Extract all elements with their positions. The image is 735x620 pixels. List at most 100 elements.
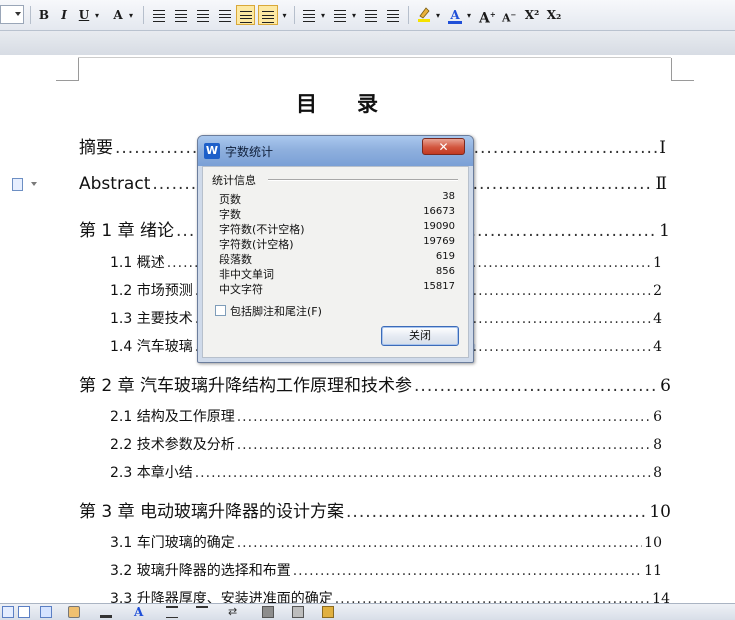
stat-value: 856 [435,266,455,277]
line-style-icon[interactable] [166,606,178,618]
distributed-align-button[interactable] [236,5,255,25]
clip-art-icon[interactable] [322,606,334,618]
increase-indent-button[interactable] [384,5,402,25]
toc-entry-title: 第 3 章 电动玻璃升降器的设计方案 [79,502,345,522]
underline-button[interactable]: U [76,5,92,25]
distributed-align-icon [240,11,252,23]
arrow-style-icon[interactable]: ⇄ [228,606,240,618]
toc-entry[interactable]: 3.2 玻璃升降器的选择和布置 11 [110,560,662,580]
close-button[interactable]: 关闭 [381,326,459,346]
justify-button[interactable] [216,5,234,25]
line-spacing-dropdown[interactable]: ▾ [280,5,289,25]
fill-color-icon[interactable] [68,606,80,618]
toc-entry[interactable]: 2.2 技术参数及分析 8 [110,434,662,454]
stat-value: 19090 [423,221,455,232]
dialog-title-bar[interactable]: W 字数统计 ✕ [198,136,473,166]
line-spacing-button[interactable] [258,5,278,25]
line-spacing-icon [262,11,274,23]
margin-corner-top-left [56,58,79,81]
align-left-icon [153,10,165,22]
toc-entry-page: 4 [653,311,662,327]
stat-value: 15817 [423,281,455,292]
subscript-button[interactable]: X₂ [546,5,562,25]
align-right-button[interactable] [194,5,212,25]
toc-leader-dots [237,535,642,551]
highlight-button[interactable] [415,5,433,25]
toc-entry-page: 2 [653,283,662,299]
character-shading-dropdown[interactable]: ▾ [127,5,135,25]
toc-entry-title: 第 1 章 绪论 [79,221,175,241]
underline-dropdown[interactable]: ▾ [93,5,101,25]
3d-style-icon[interactable] [292,606,304,618]
close-icon[interactable]: ✕ [422,138,465,155]
margin-line-left [78,58,79,80]
character-shading-button[interactable]: A [110,5,126,25]
highlight-dropdown[interactable]: ▾ [434,5,442,25]
wps-writer-icon: W [204,143,220,159]
include-footnotes-checkbox[interactable] [215,305,226,316]
font-color-icon[interactable]: A [134,606,146,618]
stat-row: 非中文单词 856 [219,266,455,281]
stat-label: 中文字符 [219,283,263,296]
highlighter-icon [418,7,430,22]
line-color-icon[interactable] [100,606,112,618]
dialog-title: 字数统计 [225,145,274,159]
shadow-style-icon[interactable] [262,606,274,618]
toc-entry-page: 8 [653,465,662,481]
stat-row: 字符数(计空格) 19769 [219,236,455,251]
stat-row: 字符数(不计空格) 19090 [219,221,455,236]
toc-entry-title: 第 2 章 汽车玻璃升降结构工作原理和技术参 [79,376,413,396]
align-left-button[interactable] [150,5,168,25]
formatting-toolbar: B I U ▾ A ▾ ▾ ▾ ▾ ▾ A ▾ A+ A− X² X₂ [0,0,735,31]
toc-entry-page: 10 [644,535,662,551]
stat-label: 字数 [219,208,241,221]
align-right-icon [197,10,209,22]
document-map-icon[interactable] [12,178,23,191]
align-center-button[interactable] [172,5,190,25]
stat-row: 中文字符 15817 [219,281,455,296]
toc-entry-page: 6 [653,409,662,425]
numbering-dropdown[interactable]: ▾ [319,5,327,25]
bullets-button[interactable] [331,5,349,25]
stat-value: 19769 [423,236,455,247]
toc-entry[interactable]: 2.1 结构及工作原理 6 [110,406,662,426]
frame-icon[interactable] [18,606,30,618]
toolbar-separator [294,6,295,24]
chevron-down-icon[interactable] [31,182,37,186]
toc-leader-dots [293,563,642,579]
toc-entry-title: 1.2 市场预测 [110,283,193,299]
toc-entry[interactable]: 第 3 章 电动玻璃升降器的设计方案 10 [79,497,671,522]
font-size-combo[interactable] [0,5,24,24]
toc-entry-title: 1.4 汽车玻璃 [110,339,193,355]
toc-entry-title: 3.2 玻璃升降器的选择和布置 [110,563,291,579]
toc-entry-page: 1 [653,255,662,271]
statistics-group-label: 统计信息 [212,172,259,188]
toc-entry[interactable]: 3.1 车门玻璃的确定 10 [110,532,662,552]
toc-entry-page: Ⅱ [655,174,667,194]
decrease-indent-button[interactable] [362,5,380,25]
select-objects-icon[interactable] [2,606,14,618]
italic-button[interactable]: I [56,5,72,25]
stat-label: 字符数(不计空格) [219,223,305,236]
toc-entry[interactable]: 第 2 章 汽车玻璃升降结构工作原理和技术参 6 [79,371,671,396]
font-color-button[interactable]: A [446,5,464,25]
toc-entry-page: 1 [659,221,670,241]
grow-font-button[interactable]: A+ [479,5,496,27]
bold-button[interactable]: B [36,5,52,25]
text-box-icon[interactable] [40,606,52,618]
shrink-font-button[interactable]: A− [502,5,516,25]
include-footnotes-label[interactable]: 包括脚注和尾注(F) [230,303,322,319]
ruler-area [0,31,735,55]
numbering-button[interactable] [300,5,318,25]
toc-entry[interactable]: 2.3 本章小结 8 [110,462,662,482]
bullets-dropdown[interactable]: ▾ [350,5,358,25]
toc-entry-page: 4 [653,339,662,355]
drawing-toolbar: A ⇄ [0,603,735,620]
dash-style-icon[interactable] [196,606,208,618]
toc-entry-title: 摘要 [79,138,113,158]
font-color-dropdown[interactable]: ▾ [465,5,473,25]
shrink-font-label: A [502,11,511,25]
font-color-letter: A [450,8,460,22]
superscript-button[interactable]: X² [524,5,540,25]
justify-icon [219,10,231,22]
